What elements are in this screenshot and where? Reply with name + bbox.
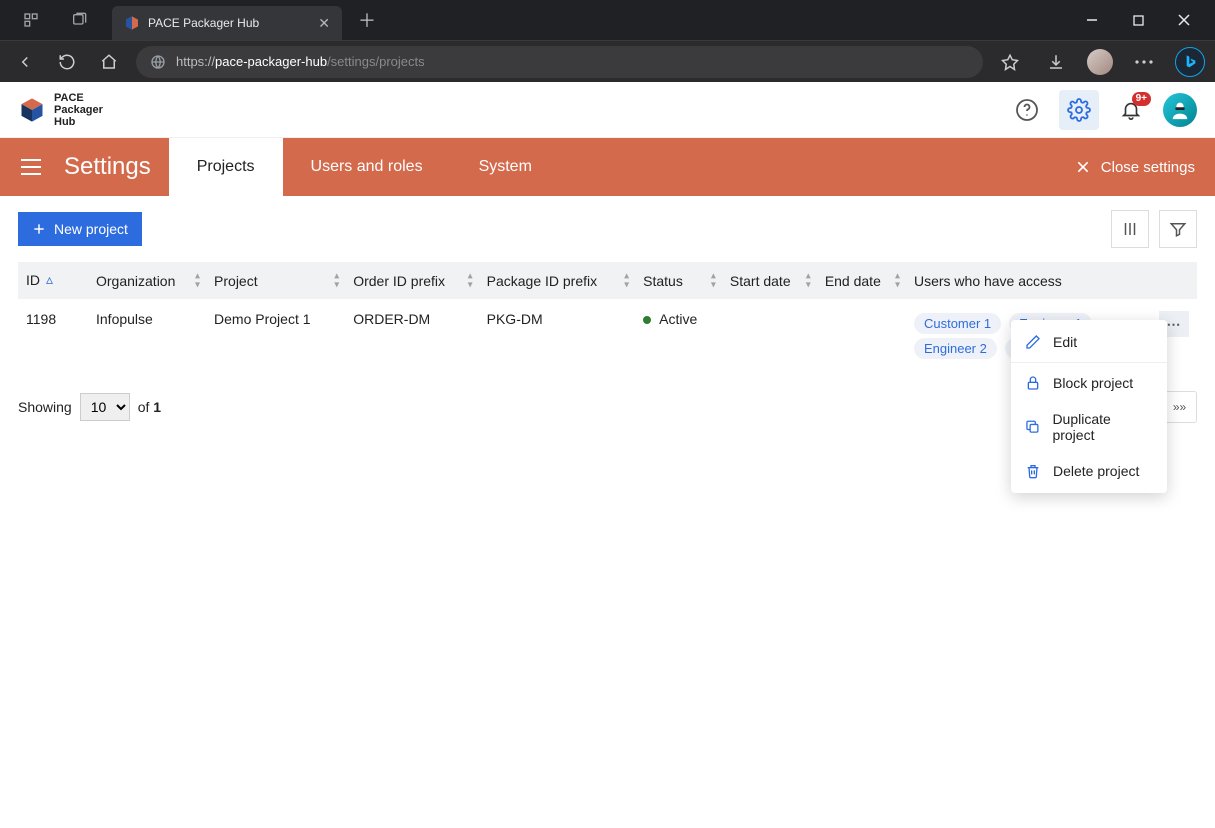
col-id[interactable]: ID▵	[18, 262, 88, 299]
profile-avatar[interactable]	[1087, 49, 1113, 75]
cell-order-prefix: ORDER-DM	[345, 299, 478, 373]
ctx-delete[interactable]: Delete project	[1011, 453, 1167, 489]
product-logo[interactable]: PACE Packager Hub	[18, 92, 103, 128]
sort-icon: ▴▾	[334, 272, 339, 289]
product-name: PACE Packager Hub	[54, 92, 103, 128]
ctx-duplicate[interactable]: Duplicate project	[1011, 401, 1167, 453]
browser-menu-button[interactable]	[1129, 47, 1159, 77]
sort-icon: ▴▾	[711, 272, 716, 289]
bing-button[interactable]	[1175, 47, 1205, 77]
back-button[interactable]	[10, 47, 40, 77]
tabs-icon[interactable]	[64, 5, 94, 35]
close-window-button[interactable]	[1161, 0, 1207, 40]
new-project-button[interactable]: New project	[18, 212, 142, 246]
ctx-block[interactable]: Block project	[1011, 365, 1167, 401]
row-context-menu: Edit Block project Duplicate project Del…	[1011, 320, 1167, 493]
new-tab-button[interactable]: ＋	[358, 7, 376, 33]
tab-system[interactable]: System	[451, 138, 560, 196]
browser-tab[interactable]: PACE Packager Hub ✕	[112, 6, 342, 40]
status-dot-icon	[643, 316, 651, 324]
user-avatar[interactable]	[1163, 93, 1197, 127]
globe-icon	[150, 54, 166, 70]
col-end-date[interactable]: End date▴▾	[817, 262, 906, 299]
downloads-button[interactable]	[1041, 47, 1071, 77]
tab-title: PACE Packager Hub	[148, 16, 310, 30]
sort-icon: ▴▾	[195, 272, 200, 289]
notification-badge: 9+	[1132, 92, 1151, 106]
favicon-icon	[124, 15, 140, 31]
help-button[interactable]	[1007, 90, 1047, 130]
page-size-select[interactable]: 10	[80, 393, 130, 421]
notifications-button[interactable]: 9+	[1111, 90, 1151, 130]
user-chip[interactable]: Engineer 2	[914, 338, 997, 359]
col-order-prefix[interactable]: Order ID prefix▴▾	[345, 262, 478, 299]
minimize-button[interactable]	[1069, 0, 1115, 40]
cell-package-prefix: PKG-DM	[479, 299, 636, 373]
tab-projects[interactable]: Projects	[169, 138, 283, 196]
showing-label: Showing	[18, 399, 72, 415]
logo-cube-icon	[18, 96, 46, 124]
close-settings-button[interactable]: Close settings	[1075, 138, 1195, 196]
settings-gear-button[interactable]	[1059, 90, 1099, 130]
user-chip[interactable]: Customer 1	[914, 313, 1001, 334]
cell-organization: Infopulse	[88, 299, 206, 373]
url-text: https://https://pace-packager-hubpace-pa…	[176, 54, 425, 69]
col-package-prefix[interactable]: Package ID prefix▴▾	[479, 262, 636, 299]
maximize-button[interactable]	[1115, 0, 1161, 40]
page-last[interactable]: »»	[1162, 392, 1196, 422]
cell-id: 1198	[18, 299, 88, 373]
cell-status: Active	[635, 299, 722, 373]
col-start-date[interactable]: Start date▴▾	[722, 262, 817, 299]
refresh-button[interactable]	[52, 47, 82, 77]
tab-users-roles[interactable]: Users and roles	[283, 138, 451, 196]
cell-end-date	[817, 299, 906, 373]
col-organization[interactable]: Organization▴▾	[88, 262, 206, 299]
of-label: of	[138, 399, 150, 415]
cell-project: Demo Project 1	[206, 299, 345, 373]
sort-icon: ▴▾	[468, 272, 473, 289]
sort-icon: ▴▾	[806, 272, 811, 289]
col-status[interactable]: Status▴▾	[635, 262, 722, 299]
cell-start-date	[722, 299, 817, 373]
address-bar[interactable]: https://https://pace-packager-hubpace-pa…	[136, 46, 983, 78]
col-users[interactable]: Users who have access	[906, 262, 1151, 299]
favorites-button[interactable]	[995, 47, 1025, 77]
home-button[interactable]	[94, 47, 124, 77]
col-project[interactable]: Project▴▾	[206, 262, 345, 299]
menu-toggle-button[interactable]	[14, 138, 48, 196]
workspace-icon[interactable]	[16, 5, 46, 35]
new-project-label: New project	[54, 221, 128, 237]
ctx-edit[interactable]: Edit	[1011, 324, 1167, 360]
sort-icon: ▴▾	[895, 272, 900, 289]
tab-close-button[interactable]: ✕	[318, 15, 330, 32]
sort-icon: ▴▾	[624, 272, 629, 289]
filter-button[interactable]	[1159, 210, 1197, 248]
page-title: Settings	[58, 138, 169, 196]
total-count: 1	[153, 399, 161, 415]
columns-button[interactable]	[1111, 210, 1149, 248]
close-settings-label: Close settings	[1101, 159, 1195, 176]
sort-asc-icon: ▵	[46, 271, 53, 288]
